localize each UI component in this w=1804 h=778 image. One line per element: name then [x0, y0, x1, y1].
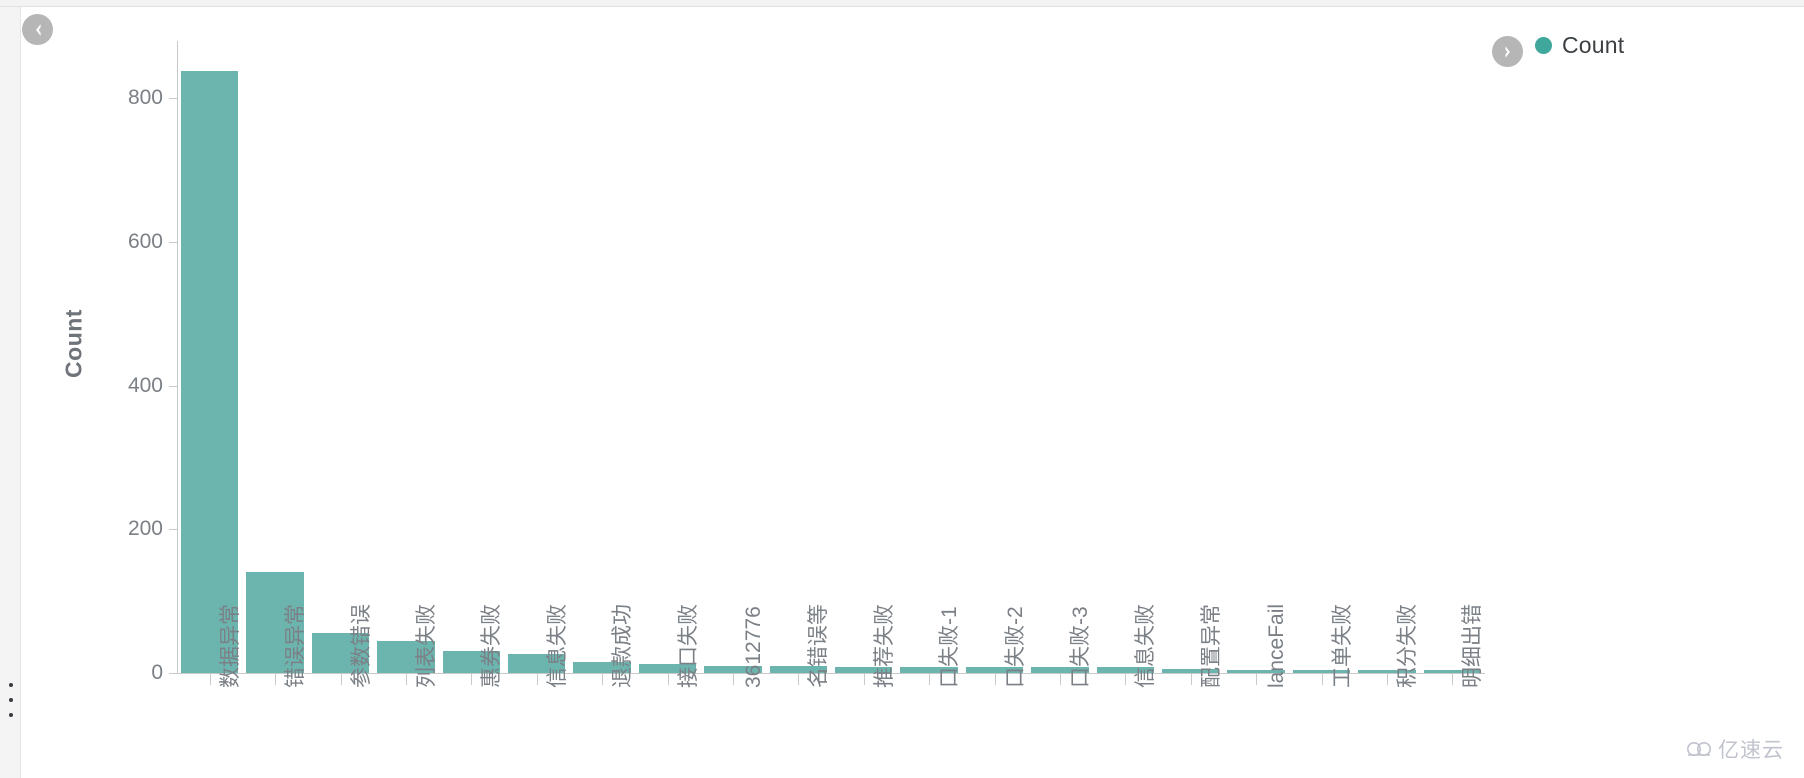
x-tick-label: 口失败-2: [1003, 606, 1027, 688]
x-tick-mark: [1322, 674, 1323, 685]
x-tick-mark: [275, 674, 276, 685]
x-tick-mark: [1125, 674, 1126, 685]
x-tick-mark: [210, 674, 211, 685]
cloud-icon: [1687, 742, 1711, 756]
x-axis-line: [177, 673, 1485, 674]
x-tick-label: lanceFail: [1265, 603, 1289, 688]
plot-area: Count 0 200 400 600 800 数据异常 错误异常 参数错误 列表失败 惠券失败…: [0, 0, 1804, 778]
x-tick-mark: [1387, 674, 1388, 685]
y-tick-mark: [169, 98, 178, 100]
watermark: 亿速云: [1685, 734, 1784, 764]
x-tick-label: 参数错误: [349, 604, 373, 688]
x-tick-mark: [1191, 674, 1192, 685]
y-tick-mark: [169, 529, 178, 531]
y-tick-mark: [169, 385, 178, 387]
x-tick-mark: [1060, 674, 1061, 685]
x-tick-label: 配置异常: [1199, 604, 1223, 688]
y-tick-label: 600: [127, 230, 163, 254]
x-tick-mark: [668, 674, 669, 685]
watermark-text: 亿速云: [1718, 739, 1784, 762]
y-axis-title: Count: [60, 309, 87, 378]
x-tick-label: 信息失败: [545, 604, 569, 688]
x-tick-label: 信息失败: [1134, 604, 1158, 688]
y-tick-label: 0: [151, 661, 163, 684]
x-tick-label: 口失败-1: [938, 606, 962, 688]
y-tick-mark: [169, 242, 178, 244]
x-tick-label: 积分失败: [1395, 604, 1419, 688]
x-tick-label: 名错误等: [807, 604, 831, 688]
y-tick-label: 400: [127, 373, 163, 397]
x-tick-mark: [798, 674, 799, 685]
y-tick-mark: [169, 673, 178, 674]
x-tick-mark: [341, 674, 342, 685]
x-tick-mark: [1256, 674, 1257, 685]
bar[interactable]: [180, 71, 239, 673]
x-tick-label: 列表失败: [414, 604, 438, 688]
chart-page: Count Count 0 200 400 600 800 数据异常 错误异常 参数错误 列表…: [0, 0, 1804, 778]
x-tick-label: 口失败-3: [1068, 606, 1092, 688]
x-tick-mark: [471, 674, 472, 685]
x-tick-mark: [864, 674, 865, 685]
x-tick-label: 惠券失败: [480, 604, 504, 688]
x-tick-mark: [929, 674, 930, 685]
y-tick-label: 200: [127, 517, 163, 541]
x-tick-mark: [995, 674, 996, 685]
y-tick-label: 800: [127, 86, 163, 110]
x-tick-mark: [406, 674, 407, 685]
x-tick-label: 工单失败: [1330, 604, 1354, 688]
x-tick-label: 明细出错: [1461, 604, 1485, 688]
x-tick-label: 接口失败: [676, 604, 700, 688]
x-tick-label: 错误异常: [284, 604, 308, 688]
x-tick-label: 推荐失败: [872, 604, 896, 688]
x-tick-label: 3612776: [741, 606, 765, 688]
x-tick-mark: [733, 674, 734, 685]
x-tick-mark: [1452, 674, 1453, 685]
x-tick-mark: [537, 674, 538, 685]
x-tick-label: 退款成功: [611, 604, 635, 688]
y-axis-line: [177, 41, 178, 674]
x-tick-mark: [602, 674, 603, 685]
x-tick-label: 数据异常: [218, 604, 242, 688]
